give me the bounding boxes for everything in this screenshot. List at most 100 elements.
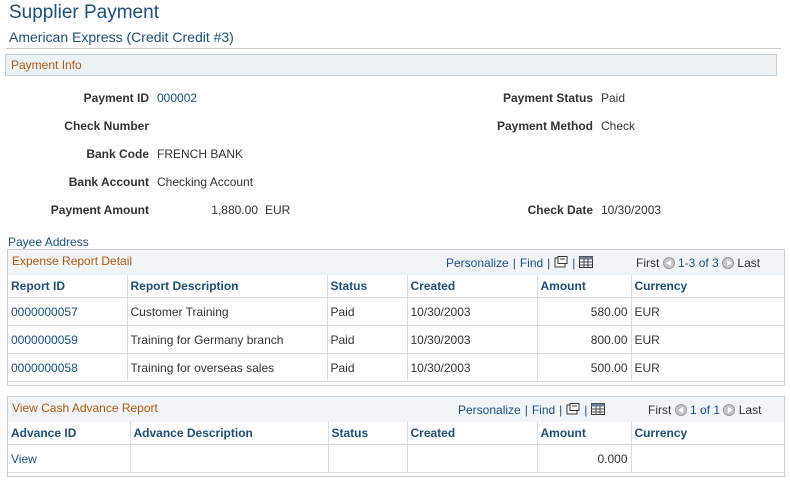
bank-code-label: Bank Code bbox=[86, 147, 149, 161]
payment-status-label: Payment Status bbox=[502, 91, 593, 105]
expense-grid-nav: First 1-3 of 3 Last bbox=[636, 256, 760, 270]
download-spreadsheet-icon[interactable] bbox=[579, 256, 594, 271]
report-amount: 800.00 bbox=[537, 325, 632, 354]
advance-amount: 0.000 bbox=[537, 444, 632, 473]
bank-account-label: Bank Account bbox=[68, 175, 149, 189]
cash-advance-grid-nav: First 1 of 1 Last bbox=[648, 403, 761, 417]
report-created: 10/30/2003 bbox=[407, 353, 538, 382]
col-created[interactable]: Created bbox=[407, 275, 538, 298]
col-currency[interactable]: Currency bbox=[631, 275, 784, 298]
advance-description bbox=[130, 444, 329, 473]
first-label[interactable]: First bbox=[648, 403, 671, 417]
payment-method-label: Payment Method bbox=[496, 119, 593, 133]
col-created[interactable]: Created bbox=[407, 422, 538, 445]
report-id-link[interactable]: 0000000057 bbox=[11, 305, 78, 319]
report-description: Training for overseas sales bbox=[127, 353, 328, 382]
col-status[interactable]: Status bbox=[328, 422, 408, 445]
payee-address-link[interactable]: Payee Address bbox=[8, 235, 89, 249]
cash-advance-table: Advance ID Advance Description Status Cr… bbox=[8, 422, 784, 473]
next-arrow-icon[interactable] bbox=[722, 257, 735, 269]
bank-account-value: Checking Account bbox=[157, 175, 254, 189]
page-title: Supplier Payment bbox=[9, 2, 159, 23]
table-row: 0000000057 Customer Training Paid 10/30/… bbox=[8, 297, 784, 326]
payment-currency-value: EUR bbox=[265, 203, 291, 217]
advance-view-link[interactable]: View bbox=[11, 452, 37, 466]
report-currency: EUR bbox=[631, 297, 784, 326]
bank-code-value: FRENCH BANK bbox=[157, 147, 244, 161]
expense-range-text: 1-3 of 3 bbox=[678, 256, 719, 270]
last-label[interactable]: Last bbox=[737, 256, 760, 270]
tool-separator: | bbox=[572, 256, 576, 270]
previous-arrow-icon[interactable] bbox=[674, 404, 687, 416]
table-header-row: Report ID Report Description Status Crea… bbox=[8, 275, 784, 298]
report-created: 10/30/2003 bbox=[407, 297, 538, 326]
table-header-row: Advance ID Advance Description Status Cr… bbox=[8, 422, 784, 445]
zoom-grid-icon[interactable] bbox=[554, 256, 568, 271]
col-advance-description[interactable]: Advance Description bbox=[130, 422, 329, 445]
expense-report-grid: Expense Report Detail Personalize | Find | |… bbox=[7, 249, 785, 386]
cash-advance-grid-tools: Personalize | Find | | bbox=[458, 403, 606, 418]
payment-method-value: Check bbox=[601, 119, 636, 133]
tool-separator: | bbox=[559, 403, 563, 417]
col-report-id[interactable]: Report ID bbox=[8, 275, 128, 298]
report-status: Paid bbox=[327, 297, 408, 326]
check-date-value: 10/30/2003 bbox=[601, 203, 662, 217]
check-date-label: Check Date bbox=[527, 203, 593, 217]
col-amount[interactable]: Amount bbox=[537, 422, 632, 445]
payment-status-value: Paid bbox=[601, 91, 626, 105]
advance-currency bbox=[631, 444, 784, 473]
report-amount: 500.00 bbox=[537, 353, 632, 382]
col-advance-id[interactable]: Advance ID bbox=[8, 422, 131, 445]
col-amount[interactable]: Amount bbox=[537, 275, 632, 298]
zoom-grid-icon[interactable] bbox=[566, 403, 580, 418]
table-row: View 0.000 bbox=[8, 444, 784, 473]
report-description: Customer Training bbox=[127, 297, 328, 326]
col-currency[interactable]: Currency bbox=[631, 422, 784, 445]
expense-personalize-link[interactable]: Personalize bbox=[446, 256, 509, 270]
tool-separator: | bbox=[512, 256, 516, 270]
report-amount: 580.00 bbox=[537, 297, 632, 326]
report-status: Paid bbox=[327, 353, 408, 382]
col-status[interactable]: Status bbox=[327, 275, 408, 298]
previous-arrow-icon[interactable] bbox=[662, 257, 675, 269]
cash-advance-grid-header: View Cash Advance Report Personalize | Fin… bbox=[8, 397, 784, 423]
advance-find-link[interactable]: Find bbox=[532, 403, 555, 417]
report-id-link[interactable]: 0000000059 bbox=[11, 333, 78, 347]
advance-status bbox=[328, 444, 408, 473]
title-divider bbox=[6, 48, 781, 49]
payment-info-section-title: Payment Info bbox=[11, 58, 82, 72]
payment-amount-value: 1,880.00 bbox=[211, 203, 258, 217]
tool-separator: | bbox=[547, 256, 551, 270]
report-status: Paid bbox=[327, 325, 408, 354]
first-label[interactable]: First bbox=[636, 256, 659, 270]
expense-find-link[interactable]: Find bbox=[520, 256, 543, 270]
page-subtitle: American Express (Credit Credit #3) bbox=[9, 29, 234, 45]
cash-advance-grid: View Cash Advance Report Personalize | Fin… bbox=[7, 396, 785, 477]
report-id-link[interactable]: 0000000058 bbox=[11, 361, 78, 375]
tool-separator: | bbox=[584, 403, 588, 417]
table-row: 0000000059 Training for Germany branch P… bbox=[8, 325, 784, 354]
payment-amount-label: Payment Amount bbox=[50, 203, 149, 217]
advance-created bbox=[407, 444, 538, 473]
report-created: 10/30/2003 bbox=[407, 325, 538, 354]
report-currency: EUR bbox=[631, 325, 784, 354]
report-currency: EUR bbox=[631, 353, 784, 382]
download-spreadsheet-icon[interactable] bbox=[591, 403, 606, 418]
last-label[interactable]: Last bbox=[739, 403, 762, 417]
advance-personalize-link[interactable]: Personalize bbox=[458, 403, 521, 417]
table-row: 0000000058 Training for overseas sales P… bbox=[8, 353, 784, 382]
cash-advance-grid-title: View Cash Advance Report bbox=[12, 401, 158, 415]
expense-report-table: Report ID Report Description Status Crea… bbox=[8, 275, 784, 382]
payment-id-link[interactable]: 000002 bbox=[157, 91, 197, 105]
report-description: Training for Germany branch bbox=[127, 325, 328, 354]
expense-grid-title: Expense Report Detail bbox=[12, 254, 133, 268]
tool-separator: | bbox=[524, 403, 528, 417]
check-number-label: Check Number bbox=[64, 119, 149, 133]
payment-info-section-header: Payment Info bbox=[5, 54, 777, 76]
expense-grid-header: Expense Report Detail Personalize | Find | |… bbox=[8, 250, 784, 276]
next-arrow-icon[interactable] bbox=[723, 404, 736, 416]
expense-grid-tools: Personalize | Find | | bbox=[446, 256, 594, 271]
payment-id-label: Payment ID bbox=[83, 91, 149, 105]
col-report-description[interactable]: Report Description bbox=[127, 275, 328, 298]
advance-range-text: 1 of 1 bbox=[690, 403, 721, 417]
